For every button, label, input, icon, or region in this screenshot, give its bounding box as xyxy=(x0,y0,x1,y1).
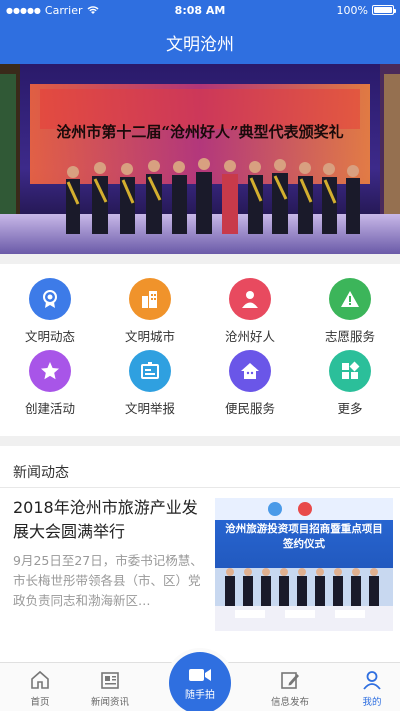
thumb-headline: 沧州旅游投资项目招商暨重点项目签约仪式 xyxy=(225,523,383,550)
newspaper-icon xyxy=(101,672,119,689)
grid-item-cangzhou-haoren[interactable]: 沧州好人 xyxy=(200,270,300,348)
person-icon xyxy=(229,278,271,320)
star-icon xyxy=(29,350,71,392)
snapshot-button[interactable]: 随手拍 xyxy=(169,652,231,711)
function-grid: 文明动态 文明城市 沧州好人 志愿服务 创建活动 文明举报 便民服务 更多 xyxy=(0,270,400,434)
wifi-icon xyxy=(87,6,99,14)
signal-dots-icon: ●●●●● xyxy=(6,5,41,15)
news-thumbnail: 沧州旅游投资项目招商暨重点项目签约仪式 xyxy=(215,498,393,631)
banner-carousel[interactable]: 沧州市第十二届“沧州好人”典型代表颁奖礼 xyxy=(0,64,400,254)
battery-icon xyxy=(372,5,396,15)
camera-icon xyxy=(189,668,211,681)
news-title: 2018年沧州市旅游产业发展大会圆满举行 xyxy=(13,498,198,541)
page-title: 文明沧州 xyxy=(166,34,234,55)
grid-label: 更多 xyxy=(337,401,363,416)
warning-triangle-icon xyxy=(329,278,371,320)
news-section-title: 新闻动态 xyxy=(13,465,69,481)
section-divider xyxy=(0,436,400,446)
tab-label: 首页 xyxy=(30,697,50,708)
grid-label: 文明举报 xyxy=(124,401,175,416)
tab-label: 我的 xyxy=(362,697,382,708)
carrier-label: Carrier xyxy=(44,3,83,17)
grid-label: 便民服务 xyxy=(224,401,275,416)
nav-bar: 文明沧州 xyxy=(0,20,400,64)
grid-item-bianmin-fuwu[interactable]: 便民服务 xyxy=(200,342,300,420)
tab-publish[interactable]: 信息发布 xyxy=(250,663,330,711)
stage-headline: 沧州市第十二届“沧州好人”典型代表颁奖礼 xyxy=(56,123,343,141)
grid-item-gengduo[interactable]: 更多 xyxy=(300,342,400,420)
news-item[interactable]: 2018年沧州市旅游产业发展大会圆满举行 9月25日至27日，市委书记杨慧、市长… xyxy=(13,496,393,634)
grid-item-wenming-jubao[interactable]: 文明举报 xyxy=(100,342,200,420)
tab-home[interactable]: 首页 xyxy=(0,663,80,711)
battery-percent: 100% xyxy=(336,3,368,17)
snapshot-label: 随手拍 xyxy=(185,689,215,701)
status-bar: ●●●●● Carrier 8:08 AM 100% xyxy=(0,0,400,20)
section-separator xyxy=(0,487,400,488)
grid-item-zhiyuan-fuwu[interactable]: 志愿服务 xyxy=(300,270,400,348)
buildings-icon xyxy=(129,278,171,320)
tab-label: 新闻资讯 xyxy=(90,697,129,708)
grid-item-wenming-chengshi[interactable]: 文明城市 xyxy=(100,270,200,348)
grid-item-wenming-dongtai[interactable]: 文明动态 xyxy=(0,270,100,348)
home-icon xyxy=(31,670,49,689)
tab-mine[interactable]: 我的 xyxy=(336,663,400,711)
house-icon xyxy=(229,350,271,392)
grid-item-chuangjian-huodong[interactable]: 创建活动 xyxy=(0,342,100,420)
report-icon xyxy=(129,350,171,392)
user-icon xyxy=(363,671,381,690)
tab-label: 信息发布 xyxy=(270,697,309,708)
grid-label: 创建活动 xyxy=(24,401,75,416)
banner-photo: 沧州市第十二届“沧州好人”典型代表颁奖礼 xyxy=(0,64,400,254)
status-time: 8:08 AM xyxy=(174,3,226,17)
gear-badge-icon xyxy=(29,278,71,320)
news-summary: 9月25日至27日，市委书记杨慧、市长梅世彤带领各县（市、区）党政负责同志和渤海… xyxy=(13,553,203,608)
more-grid-icon xyxy=(329,350,371,392)
edit-icon xyxy=(281,672,299,689)
tab-news[interactable]: 新闻资讯 xyxy=(70,663,150,711)
section-divider xyxy=(0,254,400,264)
